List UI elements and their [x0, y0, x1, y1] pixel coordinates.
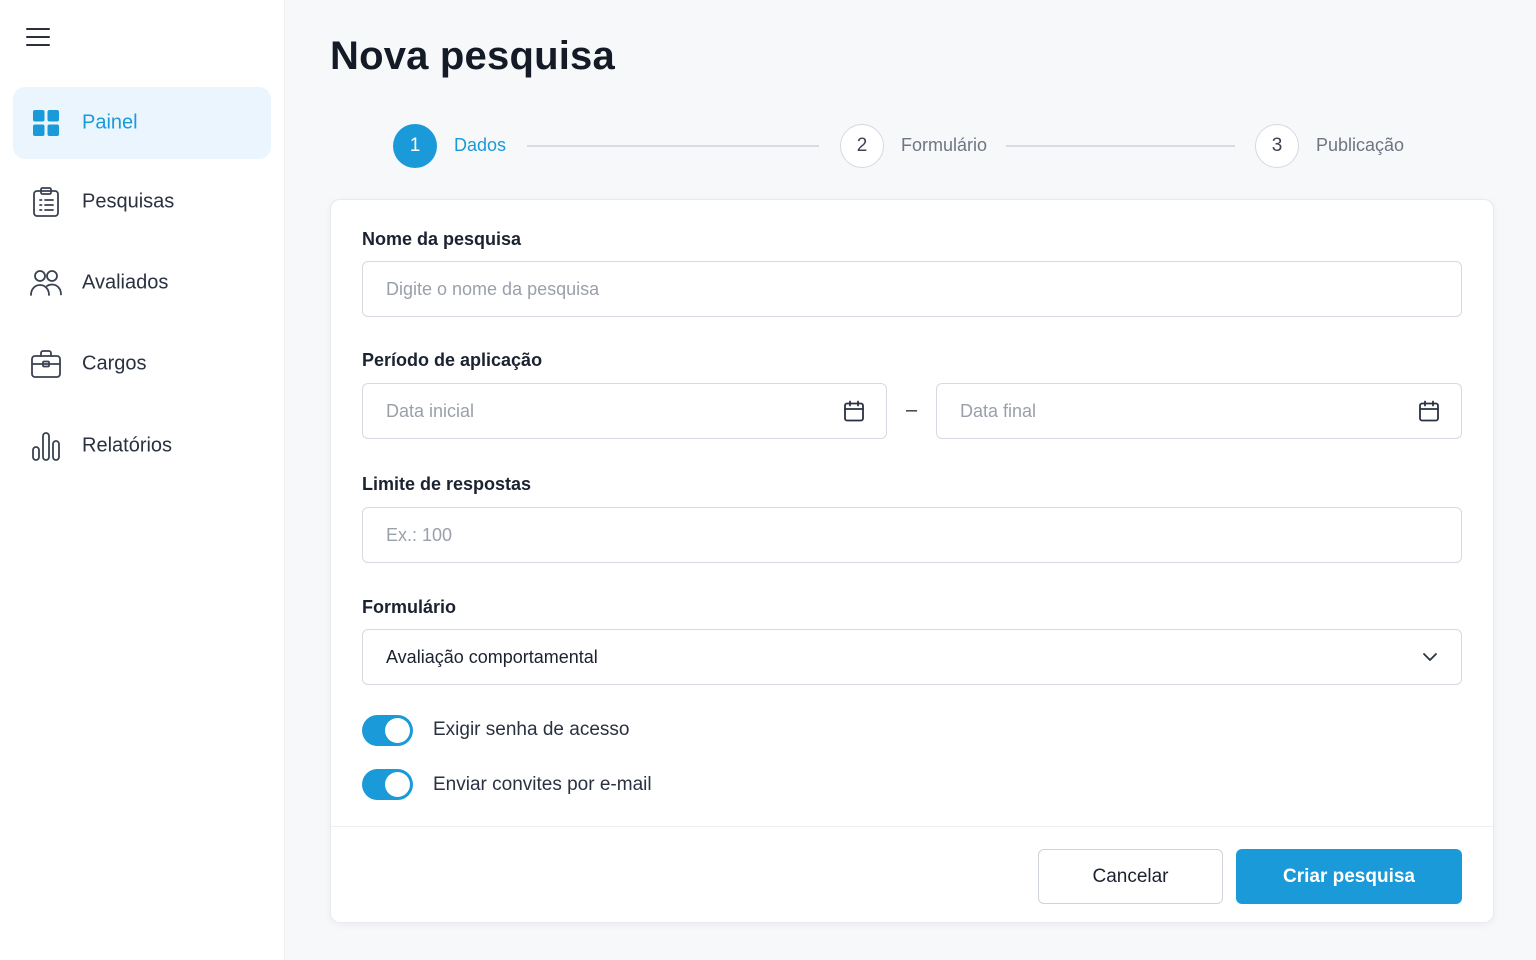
sidebar-item-label: Relatórios [82, 434, 173, 457]
sidebar-item-label: Painel [82, 111, 138, 134]
create-survey-button[interactable]: Criar pesquisa [1236, 849, 1462, 904]
end-date-placeholder: Data final [960, 400, 1037, 421]
sidebar-item-painel[interactable]: Painel [13, 87, 271, 159]
stepper: 1 Dados 2 Formulário 3 Publicação [330, 124, 1494, 168]
bar-chart-icon [29, 429, 63, 463]
end-date-input[interactable]: Data final [936, 383, 1462, 439]
require-password-toggle[interactable] [362, 715, 413, 746]
sidebar: Painel Pesquisas Avaliados Cargos Relató… [0, 0, 285, 960]
form-card: Nome da pesquisa Digite o nome da pesqui… [330, 199, 1494, 923]
response-limit-label: Limite de respostas [362, 474, 532, 494]
sidebar-item-avaliados[interactable]: Avaliados [13, 247, 271, 319]
form-select-value: Avaliação comportamental [386, 646, 598, 667]
clipboard-icon [29, 185, 63, 219]
footer-divider [331, 826, 1493, 827]
survey-name-input[interactable]: Digite o nome da pesquisa [362, 261, 1462, 317]
start-date-input[interactable]: Data inicial [362, 383, 887, 439]
form-select[interactable]: Avaliação comportamental [362, 629, 1462, 685]
page-title: Nova pesquisa [330, 34, 615, 78]
briefcase-icon [29, 347, 63, 381]
email-invites-label: Enviar convites por e-mail [433, 774, 652, 795]
sidebar-item-label: Avaliados [82, 271, 169, 294]
calendar-icon[interactable] [1417, 399, 1441, 423]
cancel-button[interactable]: Cancelar [1038, 849, 1223, 904]
step-2-label[interactable]: Formulário [901, 135, 987, 156]
users-icon [29, 266, 63, 300]
step-2-indicator[interactable]: 2 [840, 124, 884, 168]
step-1-label[interactable]: Dados [454, 135, 506, 156]
grid-icon [29, 106, 63, 140]
survey-name-label: Nome da pesquisa [362, 229, 522, 249]
sidebar-item-label: Cargos [82, 352, 147, 375]
email-invites-toggle[interactable] [362, 769, 413, 800]
sidebar-item-relatorios[interactable]: Relatórios [13, 410, 271, 482]
step-3-label[interactable]: Publicação [1316, 135, 1404, 156]
menu-icon[interactable] [26, 26, 52, 48]
step-3-indicator[interactable]: 3 [1255, 124, 1299, 168]
response-limit-input[interactable]: Ex.: 100 [362, 507, 1462, 563]
chevron-down-icon [1423, 653, 1437, 661]
require-password-label: Exigir senha de acesso [433, 719, 630, 740]
sidebar-item-cargos[interactable]: Cargos [13, 328, 271, 400]
form-select-label: Formulário [362, 597, 457, 617]
step-connector [527, 145, 819, 147]
sidebar-item-pesquisas[interactable]: Pesquisas [13, 166, 271, 238]
start-date-placeholder: Data inicial [386, 400, 475, 421]
period-label: Período de aplicação [362, 350, 543, 370]
date-range-separator: – [906, 399, 918, 421]
sidebar-item-label: Pesquisas [82, 190, 175, 213]
step-connector [1006, 145, 1235, 147]
step-1-indicator[interactable]: 1 [393, 124, 437, 168]
calendar-icon[interactable] [842, 399, 866, 423]
